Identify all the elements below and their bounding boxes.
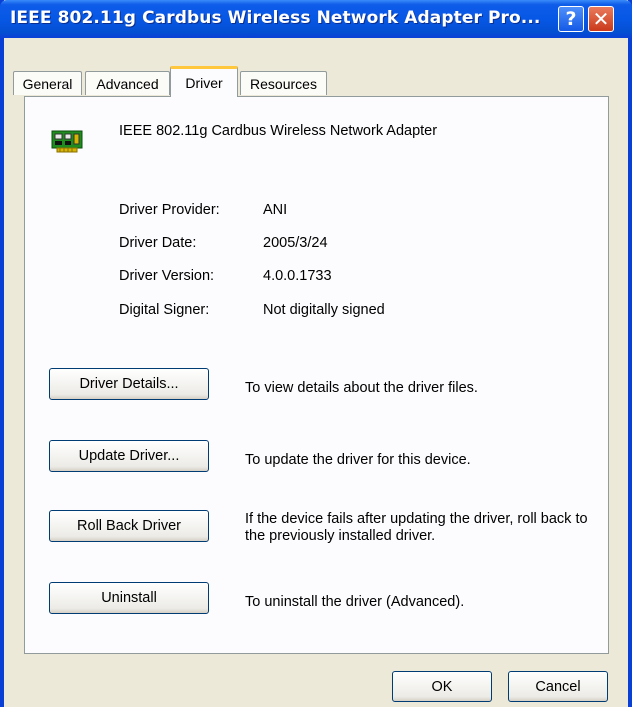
title-bar[interactable]: IEEE 802.11g Cardbus Wireless Network Ad… — [0, 0, 632, 38]
help-button[interactable]: ? — [558, 6, 584, 32]
network-card-icon — [51, 130, 83, 153]
driver-version-label: Driver Version: — [119, 268, 215, 284]
driver-version-value: 4.0.0.1733 — [263, 268, 332, 284]
update-driver-button[interactable]: Update Driver... — [49, 440, 209, 472]
close-button[interactable]: ✕ — [588, 6, 614, 32]
device-name: IEEE 802.11g Cardbus Wireless Network Ad… — [119, 123, 438, 139]
driver-date-label: Driver Date: — [119, 235, 197, 251]
tab-label: Driver — [185, 75, 223, 91]
update-driver-description: To update the driver for this device. — [245, 452, 471, 468]
driver-details-description: To view details about the driver files. — [245, 380, 478, 396]
tab-advanced[interactable]: Advanced — [85, 71, 170, 95]
help-icon: ? — [565, 8, 577, 30]
roll-back-driver-button[interactable]: Roll Back Driver — [49, 510, 209, 542]
tab-label: General — [22, 75, 73, 92]
digital-signer-value: Not digitally signed — [263, 302, 385, 318]
driver-tab-panel: IEEE 802.11g Cardbus Wireless Network Ad… — [24, 96, 609, 654]
close-icon: ✕ — [592, 7, 610, 31]
driver-provider-value: ANI — [263, 202, 288, 218]
window-title: IEEE 802.11g Cardbus Wireless Network Ad… — [10, 8, 541, 28]
tab-label: Resources — [250, 75, 317, 92]
driver-details-button[interactable]: Driver Details... — [49, 368, 209, 400]
tab-driver[interactable]: Driver — [170, 66, 238, 97]
driver-provider-label: Driver Provider: — [119, 202, 220, 218]
ok-button[interactable]: OK — [392, 671, 492, 702]
uninstall-button[interactable]: Uninstall — [49, 582, 209, 614]
roll-back-driver-description: If the device fails after updating the d… — [245, 511, 588, 544]
tab-resources[interactable]: Resources — [240, 71, 327, 95]
digital-signer-label: Digital Signer: — [119, 302, 210, 318]
uninstall-description: To uninstall the driver (Advanced). — [245, 594, 465, 610]
driver-date-value: 2005/3/24 — [263, 235, 328, 251]
properties-dialog: IEEE 802.11g Cardbus Wireless Network Ad… — [0, 0, 632, 707]
cancel-button[interactable]: Cancel — [508, 671, 608, 702]
tab-general[interactable]: General — [13, 71, 82, 95]
tab-label: Advanced — [96, 75, 159, 92]
